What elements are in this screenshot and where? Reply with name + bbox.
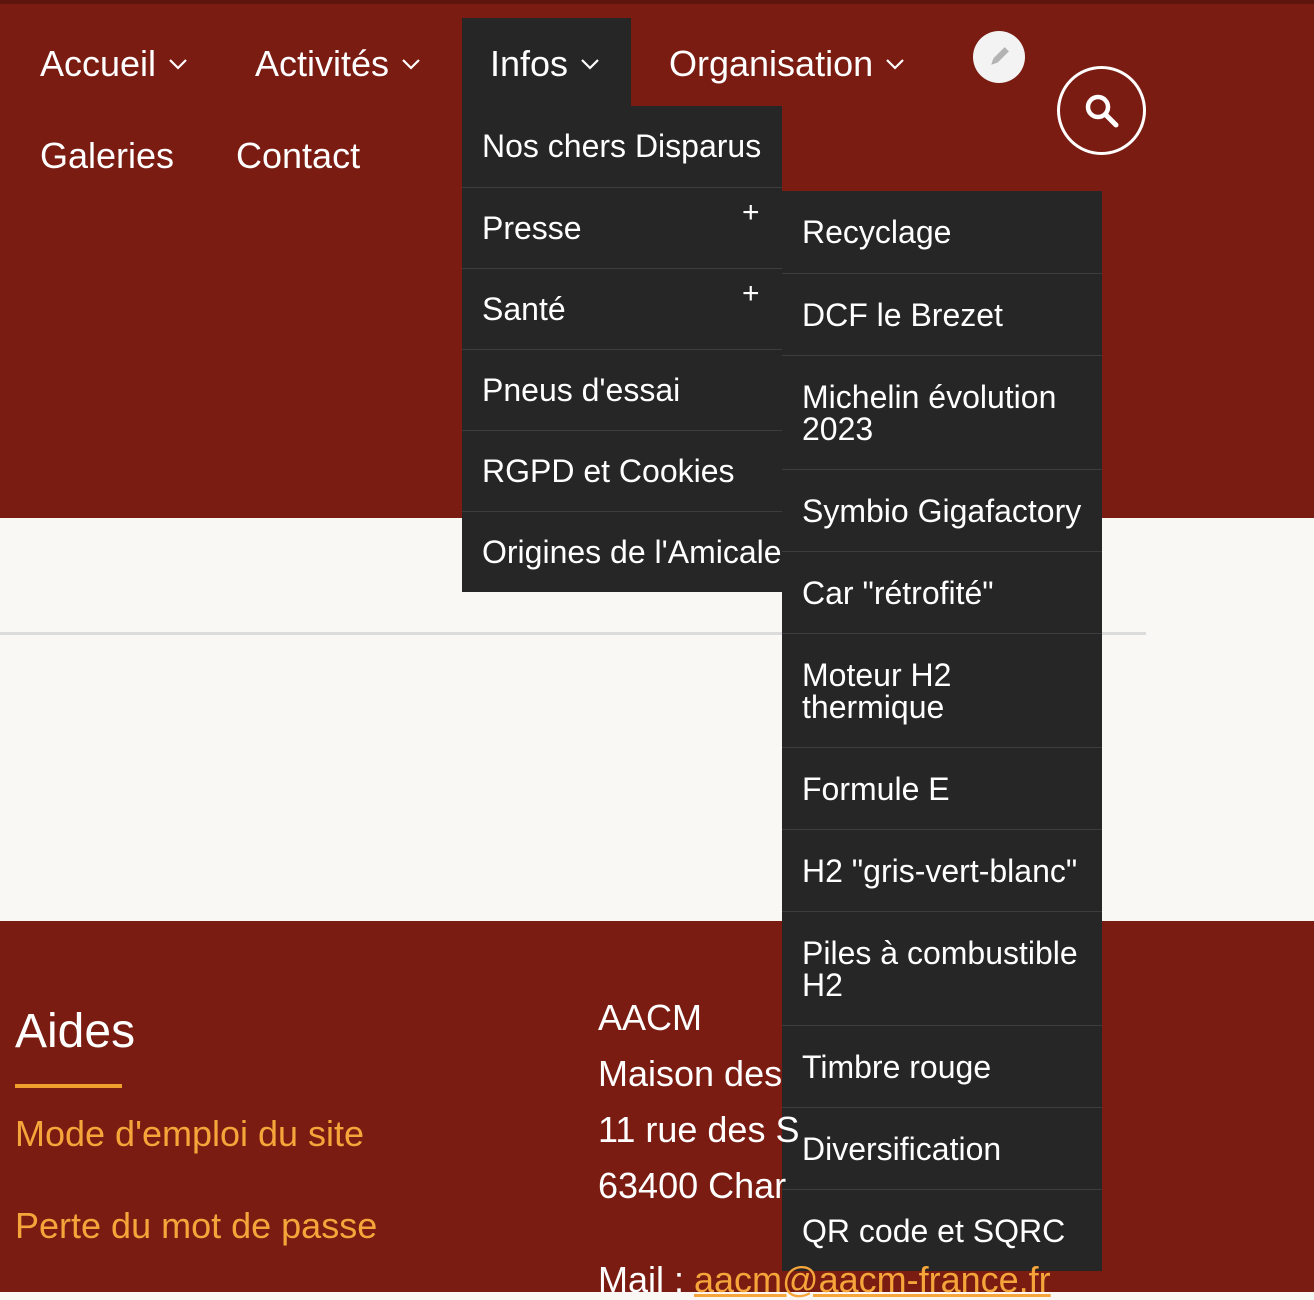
- nav-item-contact[interactable]: Contact: [236, 138, 360, 174]
- submenu-item-label: Timbre rouge: [802, 1048, 992, 1085]
- submenu-item-label: Formule E: [802, 770, 950, 807]
- submenu-item-piles-combustible[interactable]: Piles à combustible H2: [782, 911, 1102, 1025]
- submenu-item-timbre-rouge[interactable]: Timbre rouge: [782, 1025, 1102, 1107]
- submenu-item-symbio-gigafactory[interactable]: Symbio Gigafactory: [782, 469, 1102, 551]
- nav-item-label: Galeries: [40, 135, 175, 176]
- chevron-down-icon: [402, 59, 420, 70]
- presse-submenu: Recyclage DCF le Brezet Michelin évoluti…: [782, 191, 1102, 1271]
- submenu-item-label: QR code et SQRC: [802, 1212, 1066, 1249]
- plus-icon[interactable]: +: [742, 277, 760, 311]
- edit-button[interactable]: [973, 31, 1025, 83]
- submenu-item-car-retrofite[interactable]: Car "rétrofité": [782, 551, 1102, 633]
- footer-heading-underline: [15, 1084, 122, 1088]
- menu-item-rgpd-cookies[interactable]: RGPD et Cookies: [462, 430, 782, 511]
- nav-item-infos[interactable]: Infos: [490, 46, 600, 82]
- submenu-item-michelin-evolution[interactable]: Michelin évolution 2023: [782, 355, 1102, 469]
- submenu-item-label: H2 "gris-vert-blanc": [802, 852, 1078, 889]
- submenu-item-recyclage[interactable]: Recyclage: [782, 191, 1102, 273]
- submenu-item-label: Symbio Gigafactory: [802, 492, 1082, 529]
- menu-item-presse[interactable]: Presse +: [462, 187, 782, 268]
- chevron-down-icon: [169, 59, 187, 70]
- footer-mail-row: Mail : aacm@aacm-france.fr: [598, 1262, 1051, 1298]
- nav-item-organisation[interactable]: Organisation: [669, 46, 905, 82]
- infos-dropdown-menu: Nos chers Disparus Presse + Santé + Pneu…: [462, 106, 782, 592]
- nav-item-activites[interactable]: Activités: [255, 46, 421, 82]
- plus-icon[interactable]: +: [742, 196, 760, 230]
- menu-item-label: Presse: [482, 209, 582, 246]
- submenu-item-label: Michelin évolution 2023: [802, 378, 1057, 447]
- menu-item-origines-amicale[interactable]: Origines de l'Amicale: [462, 511, 782, 592]
- chevron-down-icon: [886, 59, 904, 70]
- menu-item-label: Origines de l'Amicale: [482, 533, 782, 570]
- submenu-item-label: Moteur H2 thermique: [802, 656, 952, 725]
- footer-link-mode-emploi[interactable]: Mode d'emploi du site: [15, 1116, 364, 1152]
- footer-mail-label: Mail :: [598, 1259, 695, 1300]
- menu-item-label: Santé: [482, 290, 566, 327]
- menu-item-pneus-essai[interactable]: Pneus d'essai: [462, 349, 782, 430]
- footer-address-line: 11 rue des S: [598, 1109, 800, 1150]
- footer-address-line: Maison des: [598, 1053, 783, 1094]
- submenu-item-diversification[interactable]: Diversification: [782, 1107, 1102, 1189]
- pencil-icon: [991, 47, 1009, 65]
- nav-item-galeries[interactable]: Galeries: [40, 138, 174, 174]
- submenu-item-h2-gris-vert-blanc[interactable]: H2 "gris-vert-blanc": [782, 829, 1102, 911]
- search-icon: [1085, 94, 1118, 127]
- chevron-down-icon: [581, 59, 599, 70]
- menu-item-label: Pneus d'essai: [482, 371, 681, 408]
- menu-item-label: RGPD et Cookies: [482, 452, 735, 489]
- submenu-item-label: Recyclage: [802, 214, 952, 250]
- nav-item-accueil[interactable]: Accueil: [40, 46, 188, 82]
- footer-address-line: 63400 Char: [598, 1165, 787, 1206]
- footer-mail-link[interactable]: aacm@aacm-france.fr: [694, 1259, 1051, 1300]
- nav-item-label: Contact: [236, 135, 361, 176]
- footer-link-perte-mot-de-passe[interactable]: Perte du mot de passe: [15, 1208, 377, 1244]
- footer-address-name: AACM: [598, 997, 703, 1038]
- nav-item-label: Activités: [255, 43, 390, 84]
- nav-item-label: Infos: [490, 43, 569, 84]
- menu-item-label: Nos chers Disparus: [482, 128, 762, 164]
- nav-item-label: Accueil: [40, 43, 157, 84]
- submenu-item-label: Diversification: [802, 1130, 1002, 1167]
- submenu-item-dcf-brezet[interactable]: DCF le Brezet: [782, 273, 1102, 355]
- nav-item-label: Organisation: [669, 43, 874, 84]
- submenu-item-label: DCF le Brezet: [802, 296, 1003, 333]
- menu-item-nos-chers-disparus[interactable]: Nos chers Disparus: [462, 106, 782, 187]
- search-button[interactable]: [1057, 66, 1146, 155]
- submenu-item-moteur-h2[interactable]: Moteur H2 thermique: [782, 633, 1102, 747]
- submenu-item-formule-e[interactable]: Formule E: [782, 747, 1102, 829]
- menu-item-sante[interactable]: Santé +: [462, 268, 782, 349]
- footer-aides-heading: Aides: [15, 1005, 136, 1058]
- submenu-item-label: Car "rétrofité": [802, 574, 994, 611]
- submenu-item-label: Piles à combustible H2: [802, 934, 1078, 1003]
